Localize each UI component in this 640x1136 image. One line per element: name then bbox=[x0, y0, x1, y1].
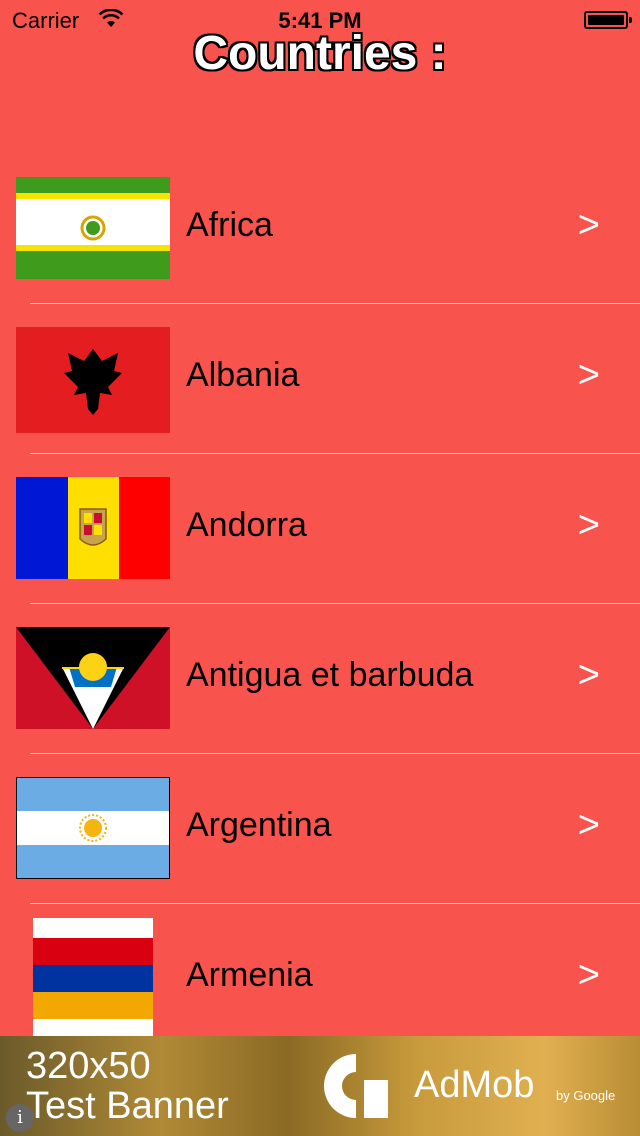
ad-by-google: by Google bbox=[556, 1088, 616, 1103]
ad-brand: AdMob bbox=[414, 1064, 535, 1106]
chevron-right-icon: > bbox=[577, 804, 600, 846]
argentina-flag-icon bbox=[16, 777, 170, 879]
list-item-antigua-barbuda[interactable]: Antigua et barbuda > bbox=[0, 604, 640, 754]
antigua-barbuda-flag-icon bbox=[16, 627, 170, 729]
list-item-andorra[interactable]: Andorra > bbox=[0, 454, 640, 604]
ad-size-label: 320x50 bbox=[26, 1045, 151, 1087]
list-item-argentina[interactable]: Argentina > bbox=[0, 754, 640, 904]
page-title: Countries : bbox=[193, 27, 447, 80]
chevron-right-icon: > bbox=[577, 354, 600, 396]
andorra-flag-icon bbox=[16, 477, 170, 579]
chevron-right-icon: > bbox=[577, 504, 600, 546]
country-name: Albania bbox=[186, 356, 300, 394]
list-item-armenia[interactable]: Armenia > bbox=[0, 904, 640, 1054]
chevron-right-icon: > bbox=[577, 654, 600, 696]
ad-banner[interactable]: 320x50 Test Banner AdMob by Google i bbox=[0, 1036, 640, 1136]
country-name: Armenia bbox=[186, 956, 313, 994]
list-item-africa[interactable]: Africa > bbox=[0, 154, 640, 304]
info-icon[interactable]: i bbox=[6, 1104, 34, 1132]
armenia-flag-icon bbox=[33, 918, 153, 1050]
albania-flag-icon bbox=[16, 327, 170, 433]
country-name: Andorra bbox=[186, 506, 307, 544]
chevron-right-icon: > bbox=[577, 204, 600, 246]
african-union-flag-icon bbox=[16, 177, 170, 279]
ad-banner-label: Test Banner bbox=[26, 1085, 229, 1127]
country-list: Africa > Albania > Andorra > Antigua et … bbox=[0, 154, 640, 1054]
country-name: Argentina bbox=[186, 806, 332, 844]
chevron-right-icon: > bbox=[577, 954, 600, 996]
admob-logo-icon bbox=[324, 1054, 388, 1118]
country-name: Antigua et barbuda bbox=[186, 656, 474, 694]
country-name: Africa bbox=[186, 206, 273, 244]
list-item-albania[interactable]: Albania > bbox=[0, 304, 640, 454]
ad-test-label: 320x50 Test Banner bbox=[26, 1046, 229, 1126]
